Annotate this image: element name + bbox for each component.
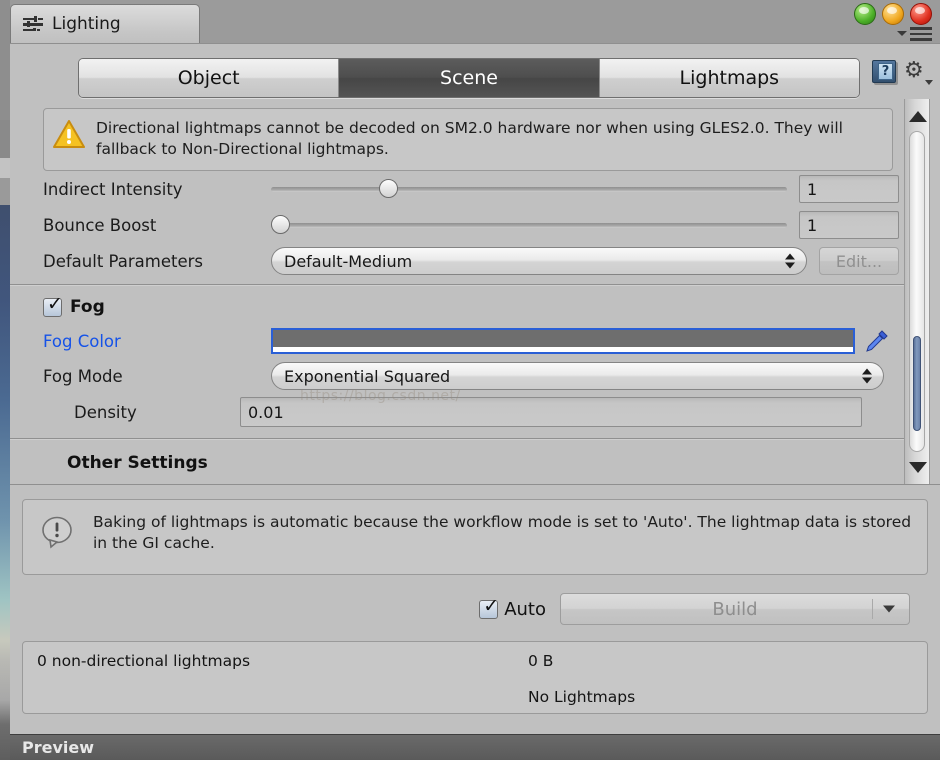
eyedropper-icon[interactable] [862, 328, 890, 354]
tab-lightmaps[interactable]: Lightmaps [599, 59, 859, 97]
bake-info-text: Baking of lightmaps is automatic because… [93, 513, 912, 552]
preview-bar[interactable]: Preview [10, 734, 940, 760]
window-tab-lighting[interactable]: Lighting [10, 4, 200, 43]
default-parameters-dropdown[interactable]: Default-Medium [271, 247, 807, 275]
editor-background-strip [0, 0, 10, 760]
lightmap-stats-box: 0 non-directional lightmaps 0 B No Light… [22, 641, 928, 714]
tab-scene[interactable]: Scene [339, 59, 600, 97]
indirect-intensity-slider[interactable] [271, 179, 787, 199]
auto-label: Auto [504, 598, 546, 620]
scene-settings-scrollview: Directional lightmaps cannot be decoded … [10, 99, 940, 484]
lightmaps-count-text: 0 non-directional lightmaps [37, 652, 251, 670]
traffic-lights [854, 3, 932, 25]
build-row: ✓ Auto Build [10, 575, 940, 625]
slider-track [271, 223, 787, 228]
settings-menu-button[interactable]: ⚙ [904, 58, 933, 86]
lighting-tabgroup: Object Scene Lightmaps [78, 58, 860, 98]
slider-thumb[interactable] [379, 179, 399, 198]
fog-density-input[interactable]: 0.01 [240, 397, 862, 427]
vertical-scrollbar[interactable] [904, 99, 930, 484]
fog-color-alpha-bar [273, 347, 853, 352]
window-menu-button[interactable] [897, 27, 932, 41]
scene-settings-content: Directional lightmaps cannot be decoded … [10, 99, 905, 484]
updown-arrows-icon [785, 253, 795, 269]
auto-checkbox[interactable]: ✓ [479, 594, 500, 619]
default-parameters-label: Default Parameters [43, 251, 203, 271]
check-mark-icon: ✓ [483, 594, 500, 617]
row-default-parameters: Default Parameters Default-Medium Edit..… [10, 243, 905, 279]
directional-lightmap-warning: Directional lightmaps cannot be decoded … [43, 108, 893, 171]
row-fog-mode: Fog Mode Exponential Squared [10, 358, 905, 394]
lightmaps-status-text: No Lightmaps [528, 688, 636, 706]
fog-checkbox[interactable]: ✓ [43, 292, 63, 317]
fog-mode-label: Fog Mode [43, 366, 123, 386]
default-parameters-value: Default-Medium [284, 251, 413, 271]
other-settings-title: Other Settings [67, 453, 208, 473]
scrollbar-trough[interactable] [909, 131, 925, 452]
help-button[interactable]: ? [870, 58, 898, 86]
help-question-glyph: ? [878, 63, 893, 80]
fog-title: Fog [70, 297, 105, 317]
minimize-yellow-icon[interactable] [882, 3, 904, 25]
row-bounce-boost: Bounce Boost 1 [10, 207, 905, 243]
updown-arrows-icon [862, 368, 872, 384]
fog-header: ✓ Fog [10, 290, 905, 324]
lighting-toolbar: Object Scene Lightmaps ? ⚙ [10, 43, 940, 99]
lightmaps-size-text: 0 B [528, 652, 554, 670]
window-tab-label: Lighting [52, 14, 121, 34]
preview-label: Preview [22, 738, 95, 757]
scrollbar-thumb[interactable] [913, 336, 921, 431]
lighting-footer: Baking of lightmaps is automatic because… [10, 484, 940, 760]
tab-object[interactable]: Object [79, 59, 340, 97]
bounce-boost-input[interactable]: 1 [799, 211, 899, 239]
fog-mode-value: Exponential Squared [284, 366, 451, 386]
hamburger-menu-icon [910, 27, 932, 41]
close-red-icon[interactable] [910, 3, 932, 25]
maximize-green-icon[interactable] [854, 3, 876, 25]
warning-text: Directional lightmaps cannot be decoded … [96, 119, 843, 158]
check-mark-icon: ✓ [47, 292, 63, 315]
edit-parameters-button[interactable]: Edit... [819, 247, 899, 275]
fog-color-swatch[interactable] [271, 328, 855, 354]
chevron-down-icon[interactable] [883, 605, 895, 613]
window-titlebar: Lighting [10, 0, 940, 43]
warning-triangle-icon [52, 119, 86, 149]
slider-thumb[interactable] [271, 215, 290, 234]
scroll-down-arrow-icon[interactable] [905, 454, 931, 480]
scroll-up-arrow-icon[interactable] [905, 103, 931, 129]
row-fog-color: Fog Color [10, 324, 905, 358]
bounce-boost-slider[interactable] [271, 215, 787, 235]
indirect-intensity-label: Indirect Intensity [43, 179, 183, 199]
fog-density-label: Density [74, 402, 137, 422]
build-button[interactable]: Build [560, 593, 910, 625]
slider-track [271, 187, 787, 192]
bake-info-box: Baking of lightmaps is automatic because… [22, 499, 928, 575]
chevron-down-icon [897, 31, 907, 37]
sliders-icon [23, 15, 43, 33]
fog-color-label: Fog Color [43, 331, 121, 351]
build-button-label: Build [712, 598, 758, 620]
indirect-intensity-input[interactable]: 1 [799, 175, 899, 203]
lighting-window: Lighting Object Scene Lightmaps ? ⚙ Dire… [0, 0, 940, 760]
chevron-down-icon [925, 80, 933, 85]
row-indirect-intensity: Indirect Intensity 1 [10, 171, 905, 207]
bounce-boost-label: Bounce Boost [43, 215, 157, 235]
help-book-icon: ? [872, 60, 896, 83]
section-divider [10, 284, 905, 285]
fog-mode-dropdown[interactable]: Exponential Squared [271, 362, 884, 390]
gear-icon: ⚙ [904, 58, 924, 83]
fog-section: ✓ Fog Fog Color Fog Mode Exponential Squ… [10, 290, 905, 438]
build-button-separator [872, 599, 873, 619]
row-fog-density: Density 0.01 [10, 394, 905, 430]
info-bubble-icon [37, 514, 77, 550]
